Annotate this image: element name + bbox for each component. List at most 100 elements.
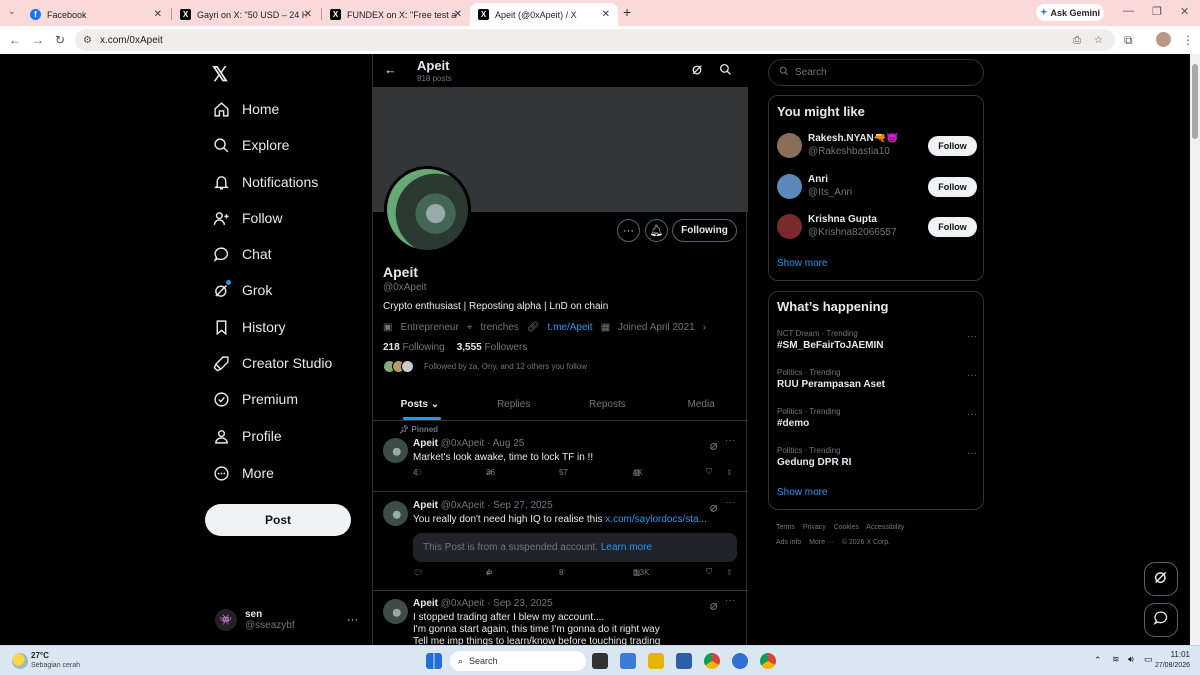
reload-icon[interactable]: ↻	[55, 33, 65, 47]
avatar[interactable]	[383, 599, 408, 624]
followed-by[interactable]: Followed by za, Ony, and 12 others you f…	[383, 360, 587, 373]
nav-home[interactable]: Home	[212, 94, 279, 124]
ads-info-link[interactable]: Ads info	[776, 539, 801, 546]
notify-button[interactable]: 🔔︎	[645, 219, 668, 242]
follow-button[interactable]: Follow	[928, 217, 977, 237]
avatar[interactable]	[383, 438, 408, 463]
clock-date[interactable]: 27/08/2026	[1148, 662, 1190, 669]
close-window-button[interactable]: ✕	[1180, 5, 1189, 18]
search-input[interactable]: Search	[768, 59, 984, 86]
account-switcher[interactable]: 👾 sen @sseazybf ···	[215, 602, 370, 638]
x-logo-icon[interactable]: 𝕏	[212, 62, 228, 87]
suggestion-item[interactable]: Anri @Its_Anri Follow	[777, 172, 977, 202]
chrome-icon[interactable]	[760, 653, 776, 669]
tab-replies[interactable]: Replies	[467, 388, 561, 420]
follow-button[interactable]: Follow	[928, 177, 977, 197]
widgets-icon[interactable]	[620, 653, 636, 669]
file-explorer-icon[interactable]	[648, 653, 664, 669]
accessibility-link[interactable]: Accessibility	[866, 524, 904, 531]
learn-more-link[interactable]: Learn more	[601, 542, 652, 553]
following-button[interactable]: Following	[672, 219, 737, 242]
cookies-link[interactable]: Cookies	[834, 524, 859, 531]
nav-premium[interactable]: Premium	[212, 384, 298, 414]
nav-history[interactable]: History	[212, 312, 286, 342]
messages-fab[interactable]	[1144, 603, 1178, 637]
more-dots-icon[interactable]: ···	[725, 497, 735, 508]
extensions-icon[interactable]: ⧉	[1124, 33, 1133, 48]
show-more-link[interactable]: Show more	[777, 258, 828, 269]
close-tab-icon[interactable]: ✕	[304, 9, 312, 20]
forward-icon[interactable]: →	[32, 33, 44, 47]
browser-icon[interactable]	[732, 653, 748, 669]
nav-creator-studio[interactable]: Creator Studio	[212, 348, 332, 378]
more-options-button[interactable]: ···	[617, 219, 640, 242]
close-tab-icon[interactable]: ✕	[154, 9, 162, 20]
avatar[interactable]	[383, 501, 408, 526]
clock-time[interactable]: 11:01	[1160, 650, 1190, 659]
post-item[interactable]: Apeit @0xApeit · Sep 27, 2025 ··· You re…	[373, 492, 748, 591]
scrollbar-thumb[interactable]	[1192, 64, 1198, 139]
suggestion-item[interactable]: Rakesh.NYAN🔫😈 @Rakeshbastia10 Follow	[777, 131, 977, 161]
browser-tab-apeit[interactable]: X Apeit (@0xApeit) / X ✕	[470, 3, 618, 26]
trend-item[interactable]: NCT Dream · Trending #SM_BeFairToJAEMIN …	[777, 329, 977, 351]
wifi-icon[interactable]: ≋	[1112, 654, 1120, 665]
new-tab-button[interactable]: +	[623, 4, 631, 20]
more-dots-icon[interactable]: ···	[347, 614, 358, 626]
following-count-link[interactable]: 218 Following	[383, 342, 445, 353]
tab-search-icon[interactable]: ⌄	[8, 6, 16, 17]
post-button[interactable]: Post	[205, 504, 351, 536]
nav-notifications[interactable]: Notifications	[212, 167, 318, 197]
more-dots-icon[interactable]: ···	[967, 448, 977, 459]
volume-icon[interactable]: 🔊︎	[1128, 654, 1134, 665]
browser-tab-facebook[interactable]: f Facebook ✕	[22, 3, 170, 26]
weather-temp[interactable]: 27°C	[31, 651, 49, 660]
tab-reposts[interactable]: Reposts	[561, 388, 655, 420]
profile-avatar[interactable]	[384, 166, 471, 253]
nav-grok[interactable]: Grok	[212, 275, 272, 305]
more-dots-icon[interactable]: ···	[967, 409, 977, 420]
follow-button[interactable]: Follow	[928, 136, 977, 156]
profile-avatar[interactable]	[1156, 32, 1171, 47]
chevron-right-icon[interactable]: ›	[703, 322, 706, 333]
more-dots-icon[interactable]: ···	[967, 370, 977, 381]
terms-link[interactable]: Terms	[776, 524, 795, 531]
post-link[interactable]: x.com/saylordocs/sta...	[605, 514, 707, 525]
nav-chat[interactable]: Chat	[212, 239, 272, 269]
taskbar-search[interactable]: ⌕ Search	[450, 651, 586, 671]
trend-item[interactable]: Politics · Trending #demo ···	[777, 407, 977, 429]
windows-start-icon[interactable]	[426, 653, 442, 669]
post-item[interactable]: 📌︎ Pinned Apeit @0xApeit · Aug 25 ··· Ma…	[373, 422, 748, 492]
browser-tab-gayri[interactable]: X Gayri on X: "50 USD – 24 Hours ✕	[172, 3, 320, 26]
tab-posts[interactable]: Posts ⌄	[373, 388, 467, 420]
grok-analyze-icon[interactable]	[691, 63, 704, 81]
page-scrollbar[interactable]	[1190, 54, 1200, 645]
nav-profile[interactable]: Profile	[212, 421, 282, 451]
back-icon[interactable]: ←	[9, 33, 21, 47]
trend-item[interactable]: Politics · Trending Gedung DPR RI ···	[777, 446, 977, 468]
more-dots-icon[interactable]: ···	[725, 435, 735, 446]
chrome-icon[interactable]	[704, 653, 720, 669]
post-item[interactable]: Apeit @0xApeit · Sep 23, 2025 ··· I stop…	[373, 591, 748, 645]
search-icon[interactable]	[719, 63, 732, 81]
more-dots-icon[interactable]: ···	[967, 331, 977, 342]
nav-follow[interactable]: Follow	[212, 203, 282, 233]
nav-explore[interactable]: Explore	[212, 130, 289, 160]
weather-icon[interactable]	[12, 653, 28, 669]
chevron-up-icon[interactable]: ⌃	[1094, 655, 1102, 666]
back-arrow-icon[interactable]: ←	[384, 62, 397, 77]
store-icon[interactable]	[676, 653, 692, 669]
privacy-link[interactable]: Privacy	[803, 524, 826, 531]
followers-count-link[interactable]: 3,555 Followers	[457, 342, 528, 353]
tab-media[interactable]: Media	[654, 388, 748, 420]
suggestion-item[interactable]: Krishna Gupta @Krishna82066557 Follow	[777, 212, 977, 242]
profile-link[interactable]: t.me/Apeit	[548, 322, 593, 333]
browser-menu-icon[interactable]: ⋮	[1182, 33, 1194, 47]
maximize-button[interactable]: ❐	[1152, 5, 1162, 18]
minimize-button[interactable]: —	[1123, 5, 1134, 17]
trend-item[interactable]: Politics · Trending RUU Perampasan Aset …	[777, 368, 977, 390]
close-tab-icon[interactable]: ✕	[454, 9, 462, 20]
show-more-link[interactable]: Show more	[777, 487, 828, 498]
close-tab-icon[interactable]: ✕	[602, 9, 610, 20]
more-dots-icon[interactable]: ···	[725, 595, 735, 606]
install-icon[interactable]: ⎙	[1073, 35, 1081, 46]
